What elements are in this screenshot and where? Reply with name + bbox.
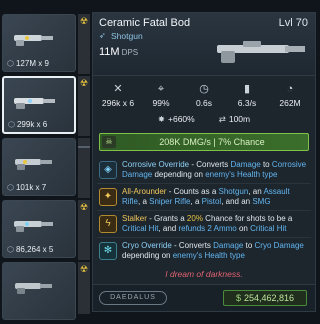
weapon-illustration	[217, 41, 305, 63]
perks-list: ◈ Corrosive Override - Converts Damage t…	[97, 157, 311, 264]
warning-icon: ☢	[79, 78, 89, 88]
weapon-card[interactable]	[2, 262, 76, 320]
stat-firerate: ▮ 6.3/s	[226, 82, 268, 108]
weapon-count: ⬡ 299k x 6	[8, 120, 48, 129]
hexagon-icon: ⬡	[8, 120, 15, 129]
edge-tab[interactable]: ☢	[78, 262, 90, 314]
panel-footer: DAEDALUS $254,462,816	[93, 284, 315, 311]
stat-damage: ✕ 296k x 6	[97, 82, 139, 108]
range-icon: ⇄	[218, 114, 226, 124]
edge-tab[interactable]: ☢	[78, 200, 90, 260]
hexagon-icon: ⬡	[7, 183, 14, 192]
hexagon-icon: ⬡	[7, 245, 14, 254]
shotgun-thumbnail	[14, 98, 55, 109]
hexagon-icon: ⬡	[7, 59, 14, 68]
perk-item: ϟ Stalker - Grants a 20% Chance for shot…	[97, 211, 311, 238]
stat-reload: ◷ 0.6s	[183, 82, 225, 108]
skull-icon: ☠	[102, 136, 116, 148]
perk-description: Corrosive Override - Converts Damage to …	[122, 160, 307, 179]
perk-description: Stalker - Grants a 20% Chance for shots …	[122, 214, 293, 233]
manufacturer-badge: DAEDALUS	[99, 291, 167, 305]
shotgun-thumbnail	[14, 35, 53, 46]
damage-chance-text: 208K DMG/s | 7% Chance	[159, 137, 265, 147]
perk-description: Cryo Override - Converts Damage to Cryo …	[122, 241, 304, 260]
weapon-level: Lvl 70	[278, 17, 308, 29]
dps-label: DPS	[121, 48, 139, 57]
stopwatch-icon: ◷	[199, 83, 209, 95]
weapon-list: ⬡ 127M x 9 ⬡ 299k x 6 ⬡ 101k x 7 ⬡ 86,264 x …	[2, 14, 76, 324]
weapon-name: Ceramic Fatal Bod	[99, 17, 191, 29]
dps-value: 11M	[99, 46, 120, 58]
weapon-card[interactable]: ⬡ 127M x 9	[2, 14, 76, 72]
shotgun-thumbnail	[14, 221, 53, 232]
lore-text: I dream of darkness.	[165, 269, 243, 279]
shotgun-thumbnail	[15, 283, 52, 294]
weapon-count: ⬡ 127M x 9	[7, 59, 49, 68]
warning-icon: ☢	[79, 202, 89, 212]
edge-tab[interactable]	[78, 138, 90, 198]
dollar-icon: $	[235, 293, 241, 303]
magazine-icon: ▮	[243, 83, 251, 95]
crosshair-icon: ⌖	[157, 83, 165, 95]
weapon-type: Shotgun	[111, 31, 143, 41]
warning-icon: ☢	[79, 264, 89, 274]
crossed-swords-icon: ✕	[113, 83, 123, 95]
weapon-card[interactable]: ⬡ 86,264 x 5	[2, 200, 76, 258]
weapon-count: ⬡ 101k x 7	[7, 183, 47, 192]
stat-power: ◔ 262M	[269, 82, 311, 108]
explosion-icon: ✸	[157, 114, 165, 124]
perk-item: ✻ Cryo Override - Converts Damage to Cry…	[97, 238, 311, 264]
category-edge-tabs: ☢ ☢ ☢ ☢	[76, 14, 90, 314]
weapon-dps: 11M DPS	[99, 46, 138, 58]
shotgun-icon: ➶	[99, 31, 106, 40]
stats-row: ✕ 296k x 6 ⌖ 99% ◷ 0.6s ▮ 6.3/s ◔ 262M	[93, 82, 315, 108]
gauge-icon: ◔	[286, 83, 294, 95]
weapon-count: ⬡ 86,264 x 5	[7, 245, 54, 254]
range: ⇄ 100m	[218, 114, 251, 124]
edge-bar	[78, 146, 90, 148]
weapon-detail-panel: Ceramic Fatal Bod Lvl 70 ➶ Shotgun 11M DP…	[92, 12, 316, 312]
lightning-icon: ϟ	[99, 215, 117, 233]
perk-item: ◈ Corrosive Override - Converts Damage t…	[97, 157, 311, 184]
shotgun-thumbnail	[15, 159, 52, 170]
stat-accuracy: ⌖ 99%	[140, 82, 182, 108]
sell-price[interactable]: $254,462,816	[223, 290, 307, 306]
crit-bonus: ✸ +660%	[157, 114, 195, 124]
weapon-header: Ceramic Fatal Bod Lvl 70 ➶ Shotgun 11M DP…	[93, 13, 315, 76]
secondary-stats: ✸ +660% ⇄ 100m	[93, 114, 315, 125]
perk-item: ✦ All-Arounder - Counts as a Shotgun, an…	[97, 184, 311, 211]
diamond-icon: ◈	[99, 161, 117, 179]
weapon-card[interactable]: ⬡ 101k x 7	[2, 138, 76, 196]
star-icon: ✦	[99, 188, 117, 206]
edge-tab[interactable]: ☢	[78, 76, 90, 136]
edge-tab[interactable]: ☢	[78, 14, 90, 74]
weapon-card-selected[interactable]: ⬡ 299k x 6	[2, 76, 76, 134]
perk-description: All-Arounder - Counts as a Shotgun, an A…	[122, 187, 290, 206]
warning-icon: ☢	[79, 16, 89, 26]
snowflake-icon: ✻	[99, 242, 117, 260]
elemental-damage-bar: ☠ 208K DMG/s | 7% Chance	[99, 133, 309, 151]
